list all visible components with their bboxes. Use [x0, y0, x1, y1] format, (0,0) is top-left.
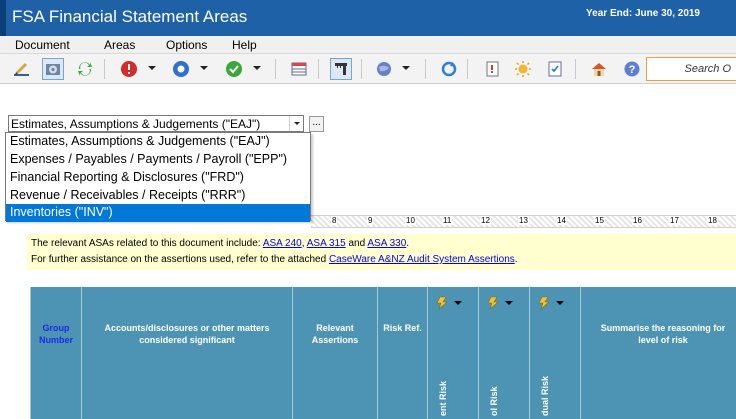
lightning-icon[interactable]: [536, 296, 566, 310]
lightning-icon[interactable]: [485, 296, 515, 310]
dropdown-option-eaj[interactable]: Estimates, Assumptions & Judgements ("EA…: [6, 133, 310, 151]
chevron-down-icon[interactable]: [289, 116, 303, 131]
asa-period: .: [406, 238, 410, 249]
control-risk-header: ol Risk: [489, 386, 499, 416]
settings-icon[interactable]: [42, 58, 64, 80]
control-risk-cell: ol Risk: [487, 376, 501, 416]
sync-icon[interactable]: [438, 58, 460, 80]
error-dropdown-caret[interactable]: [148, 66, 156, 70]
asa-and: and: [345, 238, 368, 249]
asa-info-box: The relevant ASAs related to this docume…: [27, 234, 736, 270]
dropdown-option-rrr[interactable]: Revenue / Receivables / Receipts ("RRR"): [6, 187, 310, 205]
asa-240-link[interactable]: ASA 240: [263, 238, 302, 249]
menu-help[interactable]: Help: [232, 38, 257, 52]
risk-ref-header: Risk Ref.: [383, 323, 422, 333]
ruler-tick: 11: [442, 216, 453, 225]
search-placeholder: Search O: [684, 63, 731, 75]
accounts-header: Accounts/disclosures or other matters co…: [104, 323, 270, 345]
menu-document[interactable]: Document: [15, 38, 70, 52]
ruler-tick: 8: [331, 216, 338, 225]
ruler-tick: 16: [632, 216, 643, 225]
asa-line: The relevant ASAs related to this docume…: [31, 238, 409, 249]
residual-risk-cell: dual Risk: [538, 376, 552, 416]
col-risk-ref: Risk Ref.: [378, 287, 428, 419]
col-accounts: Accounts/disclosures or other matters co…: [82, 287, 293, 419]
circle-dropdown-caret[interactable]: [200, 66, 208, 70]
toolbar: ? Search O: [0, 54, 736, 84]
app-window: FSA Financial Statement Areas Year End: …: [0, 0, 736, 419]
assertions-header: Relevant Assertions: [311, 323, 359, 345]
asa-315-link[interactable]: ASA 315: [307, 238, 346, 249]
toolbar-separator: [318, 59, 319, 79]
title-bar: FSA Financial Statement Areas Year End: …: [0, 0, 736, 36]
assertions-period: .: [514, 254, 518, 265]
globe-icon[interactable]: [373, 58, 395, 80]
inherent-risk-header: ent Risk: [438, 380, 448, 416]
menu-bar: Document Areas Options Help: [0, 36, 736, 54]
col-control-risk: ol Risk: [479, 287, 530, 419]
sun-icon[interactable]: [512, 58, 534, 80]
table-icon[interactable]: [288, 58, 310, 80]
ruler-tick: 18: [707, 216, 718, 225]
toolbar-separator: [104, 59, 105, 79]
menu-options[interactable]: Options: [166, 38, 207, 52]
group-number-header: Group Number: [38, 323, 73, 345]
check-icon[interactable]: [223, 58, 245, 80]
menu-areas[interactable]: Areas: [104, 38, 135, 52]
asa-prefix: The relevant ASAs related to this docume…: [31, 238, 263, 249]
col-group-number: Group Number: [31, 287, 82, 419]
dropdown-option-epp[interactable]: Expenses / Payables / Payments / Payroll…: [6, 151, 310, 169]
ruler-tick: 17: [669, 216, 680, 225]
window-title: FSA Financial Statement Areas: [12, 7, 248, 26]
search-input[interactable]: Search O: [646, 57, 736, 81]
area-dropdown-list: Estimates, Assumptions & Judgements ("EA…: [5, 132, 311, 222]
ruler: 8 9 10 11 12 13 14 15 16 17 18: [311, 215, 736, 228]
area-select-value: Estimates, Assumptions & Judgements ("EA…: [11, 117, 261, 131]
dropdown-option-frd[interactable]: Financial Reporting & Disclosures ("FRD"…: [6, 169, 310, 187]
toolbar-separator: [467, 59, 468, 79]
col-residual-risk: dual Risk: [530, 287, 581, 419]
globe-dropdown-caret[interactable]: [402, 66, 410, 70]
ruler-tick: 13: [518, 216, 529, 225]
ruler-tick: 12: [480, 216, 491, 225]
browse-button[interactable]: ...: [309, 116, 324, 132]
home-icon[interactable]: [588, 58, 610, 80]
toolbar-separator: [361, 59, 362, 79]
ruler-icon[interactable]: [330, 58, 352, 80]
help-icon[interactable]: ?: [621, 58, 643, 80]
assertions-prefix: For further assistance on the assertions…: [31, 254, 329, 265]
col-assertions: Relevant Assertions: [293, 287, 378, 419]
toolbar-separator: [575, 59, 576, 79]
asa-330-link[interactable]: ASA 330: [367, 238, 406, 249]
circle-icon[interactable]: [170, 58, 192, 80]
ruler-tick: 14: [556, 216, 567, 225]
toolbar-separator: [425, 59, 426, 79]
refresh-icon[interactable]: [74, 58, 96, 80]
ruler-tick: 9: [367, 216, 374, 225]
risk-table-header: Group Number Accounts/disclosures or oth…: [30, 287, 736, 419]
col-reasoning: Summarise the reasoning for level of ris…: [581, 287, 736, 419]
assertions-line: For further assistance on the assertions…: [31, 254, 518, 265]
check-dropdown-caret[interactable]: [253, 66, 261, 70]
lightning-icon[interactable]: [434, 296, 464, 310]
error-icon[interactable]: [118, 58, 140, 80]
reasoning-header: Summarise the reasoning for level of ris…: [600, 323, 726, 345]
ruler-tick: 10: [405, 216, 416, 225]
area-select[interactable]: Estimates, Assumptions & Judgements ("EA…: [8, 115, 304, 132]
note-icon[interactable]: [481, 58, 503, 80]
year-end-label: Year End: June 30, 2019: [586, 8, 700, 19]
document-check-icon[interactable]: [544, 58, 566, 80]
edit-icon[interactable]: [11, 58, 33, 80]
col-inherent-risk: ent Risk: [428, 287, 479, 419]
residual-risk-header: dual Risk: [540, 375, 550, 416]
dropdown-option-inv[interactable]: Inventories ("INV"): [6, 204, 310, 222]
ruler-tick: 15: [594, 216, 605, 225]
svg-text:?: ?: [629, 64, 636, 76]
inherent-risk-cell: ent Risk: [436, 376, 450, 416]
toolbar-separator: [275, 59, 276, 79]
assertions-link[interactable]: CaseWare A&NZ Audit System Assertions: [329, 254, 515, 265]
